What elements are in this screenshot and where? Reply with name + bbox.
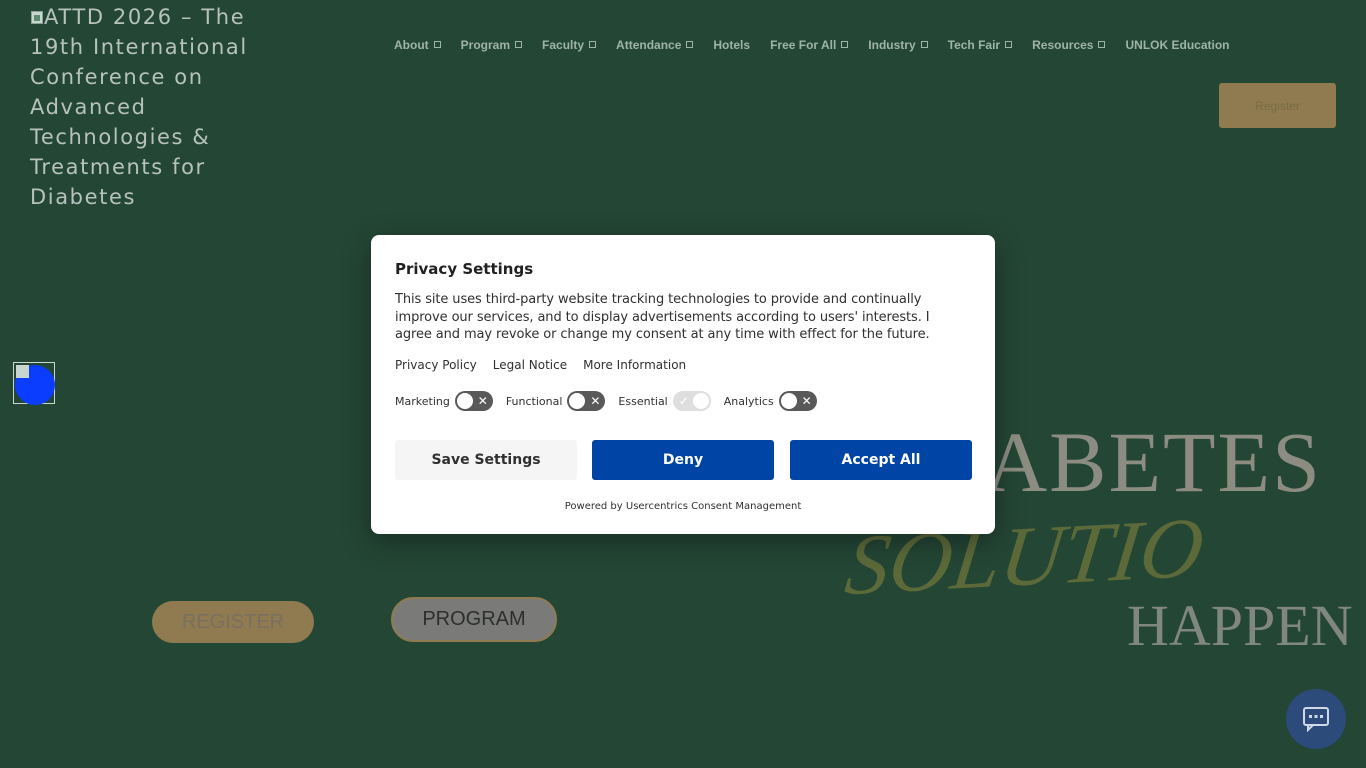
- dialog-links: Privacy Policy Legal Notice More Informa…: [395, 358, 686, 372]
- privacy-settings-dialog: Privacy Settings This site uses third-pa…: [371, 235, 995, 534]
- check-icon: ✓: [678, 394, 689, 408]
- toggle-marketing: Marketing ✕: [395, 391, 493, 411]
- toggle-label: Analytics: [723, 394, 774, 408]
- switch-knob: [780, 393, 797, 409]
- marketing-switch[interactable]: ✕: [454, 391, 493, 411]
- switch-knob: [569, 393, 586, 409]
- close-icon: ✕: [477, 394, 488, 408]
- close-icon: ✕: [801, 394, 812, 408]
- switch-knob: [456, 393, 473, 409]
- toggle-label: Marketing: [395, 394, 450, 408]
- save-settings-button[interactable]: Save Settings: [395, 440, 577, 480]
- toggle-essential: Essential ✓: [618, 391, 711, 411]
- analytics-switch[interactable]: ✕: [778, 391, 817, 411]
- consent-overlay: Privacy Settings This site uses third-pa…: [0, 0, 1366, 768]
- essential-switch[interactable]: ✓: [672, 391, 711, 411]
- toggle-label: Essential: [618, 394, 668, 408]
- consent-toggles: Marketing ✕ Functional ✕ Essential ✓ Ana…: [395, 391, 830, 411]
- toggle-label: Functional: [505, 394, 563, 408]
- close-icon: ✕: [590, 394, 601, 408]
- deny-button[interactable]: Deny: [592, 440, 774, 480]
- dialog-description: This site uses third-party website track…: [395, 292, 930, 342]
- switch-knob: [692, 393, 709, 409]
- toggle-functional: Functional ✕: [506, 391, 606, 411]
- dialog-title: Privacy Settings: [395, 260, 534, 278]
- functional-switch[interactable]: ✕: [567, 391, 606, 411]
- toggle-analytics: Analytics ✕: [724, 391, 817, 411]
- legal-notice-link[interactable]: Legal Notice: [493, 358, 567, 372]
- powered-by-text[interactable]: Powered by Usercentrics Consent Manageme…: [371, 501, 995, 512]
- privacy-policy-link[interactable]: Privacy Policy: [395, 358, 477, 372]
- accept-all-button[interactable]: Accept All: [790, 440, 972, 480]
- more-information-link[interactable]: More Information: [583, 358, 686, 372]
